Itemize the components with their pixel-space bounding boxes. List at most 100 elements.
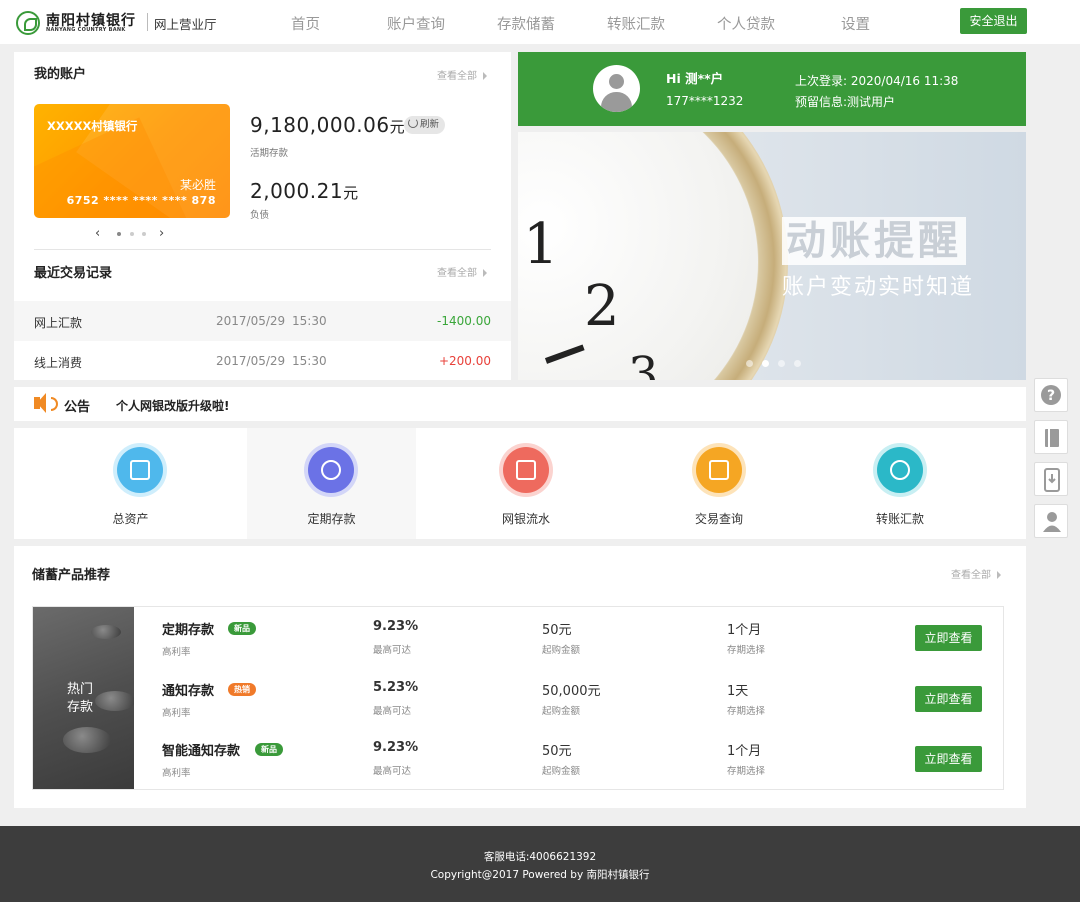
transfer-icon [873,443,927,497]
icon-circle [503,447,549,493]
user-greeting: Hi 测**户 [666,71,724,86]
book-icon [1045,429,1059,447]
page-footer: 客服电话:4006621392 Copyright@2017 Powered b… [0,826,1080,902]
transactions-view-all-link[interactable]: 查看全部 [437,264,487,279]
current-deposit-balance: 9,180,000.06元 [250,113,405,137]
product-tag-hot: 热销 [228,683,256,696]
banner-carousel-dot[interactable] [746,360,753,367]
product-rate-label: 高利率 [162,768,191,779]
speaker-wave-icon [51,397,58,411]
section-divider [34,249,491,250]
quick-menu-ebank-statement[interactable]: 网银流水 [416,428,636,539]
avatar[interactable] [593,65,640,112]
quick-menu-label: 总资产 [112,512,149,526]
piggy-glyph [321,460,341,480]
quick-menu: 总资产 定期存款 网银流水 交易查询 转账汇款 [14,428,1026,539]
banner-carousel-dot[interactable] [794,360,801,367]
card-carousel-dot-active[interactable] [117,232,121,236]
product-rate-label: 高利率 [162,647,191,658]
help-icon: ? [1041,385,1061,405]
quick-menu-transfer[interactable]: 转账汇款 [802,428,998,539]
clock-number: 1 [523,212,559,277]
transaction-amount: -1400.00 [437,314,491,328]
banner-carousel-dot-active[interactable] [762,360,769,367]
hot-deposit-line: 热门 [67,682,94,697]
balance-label: 活期存款 [250,148,289,159]
bank-card[interactable]: XXXXX村镇银行 某必胜 6752 **** **** **** 878 [34,104,230,218]
refresh-button[interactable]: 刷新 [404,116,446,134]
card-carousel-dot[interactable] [130,232,134,236]
nav-settings[interactable]: 设置 [841,13,870,34]
transaction-time: 15:30 [292,354,327,368]
transaction-name: 网上汇款 [34,316,83,330]
quick-menu-total-assets[interactable]: 总资产 [14,428,247,539]
product-term-label: 存期选择 [727,645,766,656]
card-prev-arrow[interactable]: ‹ [95,226,100,241]
balance-unit: 元 [389,118,406,136]
transaction-row[interactable]: 网上汇款 2017/05/29 15:30 -1400.00 [14,301,511,341]
view-product-button[interactable]: 立即查看 [915,746,982,772]
footer-hotline: 客服电话:4006621392 [483,851,597,863]
transaction-row[interactable]: 线上消费 2017/05/29 15:30 +200.00 [14,341,511,381]
wallet-glyph [130,460,150,480]
logo-english-name: NANYANG COUNTRY BANK [46,27,126,33]
card-carousel-dot[interactable] [142,232,146,236]
view-product-button[interactable]: 立即查看 [915,625,982,651]
nav-home[interactable]: 首页 [291,13,320,34]
nav-loans[interactable]: 个人贷款 [717,13,775,34]
liability-balance: 2,000.21元 [250,179,359,203]
hot-deposit-image[interactable]: 热门 存款 [33,607,134,789]
bank-logo-icon[interactable] [16,11,40,35]
notice-bar: 公告 个人网银改版升级啦! [14,387,1026,421]
product-term: 1个月 [727,623,762,638]
quick-menu-transaction-query[interactable]: 交易查询 [636,428,802,539]
nav-savings[interactable]: 存款储蓄 [497,13,555,34]
transaction-date: 2017/05/29 [216,354,286,368]
logout-button[interactable]: 安全退出 [960,8,1027,34]
footer-copyright: Copyright@2017 Powered by 南阳村镇银行 [430,869,650,881]
view-product-button[interactable]: 立即查看 [915,686,982,712]
balance-unit: 元 [343,184,359,202]
notice-text[interactable]: 个人网银改版升级啦! [116,397,229,414]
product-min-amount-label: 起购金额 [542,766,581,777]
products-list: 热门 存款 定期存款 新品 高利率 9.23% 最高可达 50元 起购金额 1个月… [32,606,1004,790]
coin-decoration [95,691,134,711]
account-view-all-link[interactable]: 查看全部 [437,67,487,82]
card-number: 6752 **** **** **** 878 [66,194,216,207]
account-section-title: 我的账户 [34,67,87,82]
card-next-arrow[interactable]: › [159,226,164,241]
piggy-bank-icon [304,443,358,497]
banner-carousel-dot[interactable] [778,360,785,367]
site-subtitle: 网上营业厅 [154,17,217,32]
help-tool-button[interactable]: ? [1034,378,1068,412]
download-tool-button[interactable] [1034,462,1068,496]
quick-menu-label: 网银流水 [501,512,550,526]
icon-circle [877,447,923,493]
user-tool-button[interactable] [1034,504,1068,538]
product-rate-label: 高利率 [162,708,191,719]
clock-number: 3 [628,347,659,380]
svg-text:?: ? [1047,388,1055,404]
guide-tool-button[interactable] [1034,420,1068,454]
product-name[interactable]: 智能通知存款 [162,740,240,759]
quick-menu-label: 定期存款 [307,512,356,526]
card-bank-name: XXXXX村镇银行 [47,119,138,133]
last-login: 上次登录: 2020/04/16 11:38 [795,74,959,88]
promo-banner[interactable]: 1 2 3 动账提醒 账户变动实时知道 [518,132,1026,380]
product-min-amount: 50元 [542,623,572,638]
receipt-glyph [709,460,729,480]
icon-circle [308,447,354,493]
speaker-icon [34,393,46,413]
promo-subtitle: 账户变动实时知道 [782,275,975,300]
product-max-rate: 9.23% [373,619,419,634]
product-name[interactable]: 定期存款 [162,619,214,638]
balance-label: 负债 [250,210,270,221]
products-view-all-link[interactable]: 查看全部 [951,566,1001,581]
product-name[interactable]: 通知存款 [162,680,214,699]
quick-menu-fixed-deposit[interactable]: 定期存款 [247,428,416,539]
balance-amount: 2,000.21 [250,179,344,203]
nav-account-query[interactable]: 账户查询 [387,13,445,34]
nav-transfer[interactable]: 转账汇款 [607,13,665,34]
user-icon [1043,512,1061,532]
card-holder-name: 某必胜 [179,178,216,192]
